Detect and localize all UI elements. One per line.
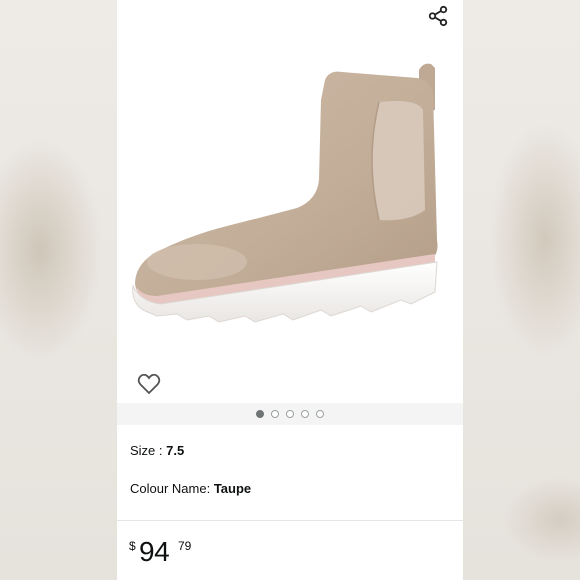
size-row[interactable]: Size : 7.5 [130, 443, 184, 458]
heart-icon[interactable] [137, 373, 161, 395]
price-whole: 94 [139, 536, 170, 567]
size-value: 7.5 [166, 443, 185, 458]
product-card: Size : 7.5 Colour Name: Taupe $ 94 79 [117, 0, 463, 580]
price-currency: $ [129, 539, 136, 553]
carousel-dot-3[interactable] [286, 410, 294, 418]
product-image[interactable] [117, 40, 463, 370]
divider [117, 520, 463, 521]
carousel-dot-4[interactable] [301, 410, 309, 418]
colour-row[interactable]: Colour Name: Taupe [130, 481, 251, 496]
colour-label: Colour Name: [130, 481, 214, 496]
carousel-dot-2[interactable] [271, 410, 279, 418]
carousel-dot-5[interactable] [316, 410, 324, 418]
image-carousel-indicator [117, 403, 463, 425]
price-fraction: 79 [178, 539, 192, 553]
share-icon[interactable] [427, 5, 449, 27]
carousel-dot-1[interactable] [256, 410, 264, 418]
size-label: Size : [130, 443, 167, 458]
colour-value: Taupe [213, 481, 252, 496]
